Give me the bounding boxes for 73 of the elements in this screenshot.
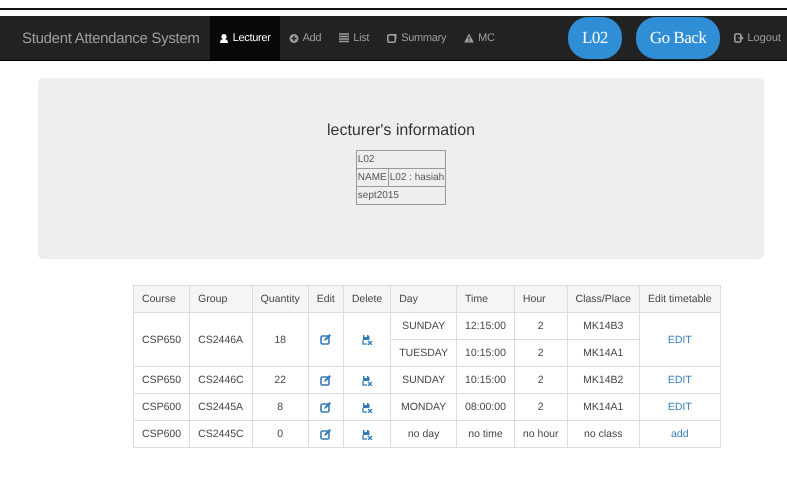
nav-tab[interactable]: Add	[280, 16, 330, 60]
table-cell: no hour	[514, 420, 568, 448]
column-header: Quantity	[252, 286, 308, 312]
plus-circle-icon	[288, 33, 299, 43]
column-header: Time	[456, 286, 514, 312]
table-cell: 2	[514, 366, 568, 394]
table-cell: CS2446A	[190, 312, 252, 366]
table-cell: 2	[514, 340, 568, 366]
panel-title: lecturer's information	[327, 122, 475, 140]
edit-icon[interactable]	[320, 428, 332, 440]
list-icon	[339, 33, 350, 43]
column-header: Course	[134, 286, 190, 312]
table-cell: SUNDAY	[390, 312, 457, 340]
column-header: Group	[190, 286, 252, 312]
delete-icon[interactable]	[362, 374, 373, 386]
column-header: Day	[390, 286, 457, 312]
table-cell: 22	[252, 366, 308, 394]
logout-icon	[734, 33, 744, 43]
edit-link[interactable]: EDIT	[668, 334, 692, 346]
table-cell: SUNDAY	[390, 366, 457, 394]
table-cell: MONDAY	[390, 394, 457, 420]
person-icon	[218, 33, 229, 43]
column-header: Delete	[343, 286, 391, 312]
table-cell: 12:15:00	[456, 312, 514, 340]
user-button[interactable]: L02	[568, 17, 622, 59]
table-cell: NAME	[356, 168, 388, 186]
column-header: Class/Place	[567, 286, 640, 312]
column-header: Edit	[308, 286, 344, 312]
table-cell: MK14A1	[567, 394, 640, 420]
edit-link[interactable]: EDIT	[668, 374, 692, 386]
edit-link[interactable]: add	[671, 428, 689, 440]
table-cell: L02 : hasiah	[388, 168, 446, 186]
table-cell: CS2445C	[190, 420, 252, 448]
edit-icon[interactable]	[320, 374, 332, 386]
table-cell: CSP600	[134, 420, 190, 448]
delete-icon[interactable]	[362, 428, 373, 440]
table-cell: CS2445A	[190, 394, 252, 420]
column-header: Hour	[514, 286, 568, 312]
edit-icon[interactable]	[320, 402, 332, 413]
table-cell: 10:15:00	[456, 366, 514, 394]
table-cell: 8	[252, 394, 308, 420]
table-cell: MK14B2	[567, 366, 640, 394]
table-cell: 08:00:00	[456, 394, 514, 420]
table-cell: CSP600	[134, 394, 190, 420]
nav-tab[interactable]: List	[330, 16, 378, 60]
nav-tab[interactable]: Summary	[378, 16, 456, 60]
table-cell: no time	[456, 420, 514, 448]
table-cell: 10:15:00	[456, 340, 514, 366]
nav-tab[interactable]: MC	[455, 16, 504, 60]
table-cell: L02	[356, 150, 446, 168]
table-cell: TUESDAY	[390, 340, 457, 366]
table-cell: 2	[514, 312, 568, 340]
table-cell: no day	[390, 420, 457, 448]
table-cell: MK14B3	[567, 312, 640, 340]
warning-icon	[464, 33, 474, 43]
table-cell: CS2446C	[190, 366, 252, 394]
logout-link[interactable]: Logout	[734, 32, 781, 44]
table-cell: no class	[567, 420, 640, 448]
delete-icon[interactable]	[362, 334, 373, 346]
table-cell: 0	[252, 420, 308, 448]
column-header: Edit timetable	[639, 286, 720, 312]
table-cell: 2	[514, 394, 568, 420]
nav-tab[interactable]: Lecturer	[210, 16, 280, 60]
delete-icon[interactable]	[362, 402, 373, 413]
share-icon	[387, 33, 398, 43]
table-cell: 18	[252, 312, 308, 366]
brand-title[interactable]: Student Attendance System	[10, 30, 210, 46]
back-button[interactable]: Go Back	[636, 17, 720, 59]
edit-link[interactable]: EDIT	[668, 401, 692, 413]
edit-icon[interactable]	[320, 334, 332, 346]
table-cell: sept2015	[356, 186, 446, 204]
table-cell: CSP650	[134, 312, 190, 366]
table-cell: CSP650	[134, 366, 190, 394]
